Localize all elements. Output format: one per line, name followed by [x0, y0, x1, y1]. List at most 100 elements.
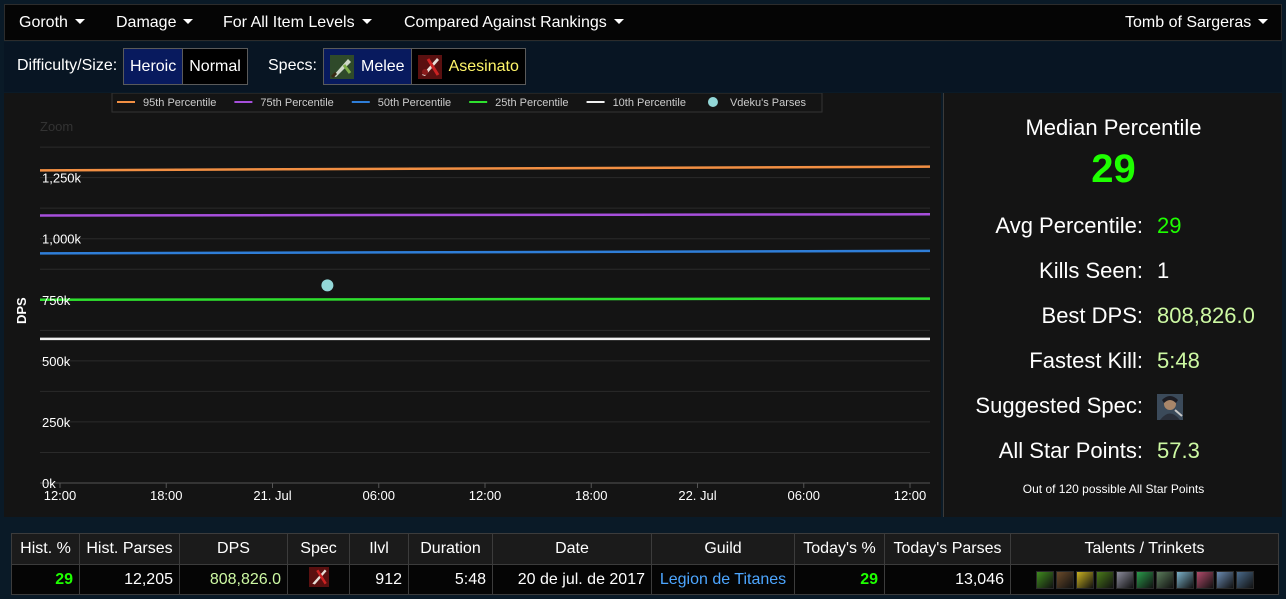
boss-dropdown-label: Goroth [19, 14, 68, 31]
col-today-pct[interactable]: Today's % [794, 533, 885, 565]
all-star-footnote: Out of 120 possible All Star Points [1022, 482, 1205, 496]
top-nav-bar: Goroth Damage For All Item Levels Compar… [4, 4, 1282, 41]
trinket-3-icon[interactable] [1215, 570, 1234, 589]
y-axis-label: DPS [14, 297, 29, 324]
talents-trinkets-icons [1011, 570, 1278, 589]
parses-table-wrap: Hist. % Hist. Parses DPS Spec Ilvl Durat… [11, 533, 1279, 595]
talent-3-icon[interactable] [1075, 570, 1094, 589]
talent-4-icon[interactable] [1095, 570, 1114, 589]
best-dps-key: Best DPS: [1041, 303, 1143, 328]
item-level-dropdown-label: For All Item Levels [223, 14, 355, 31]
y-tick-label: 1,250k [42, 171, 82, 186]
x-tick-label: 18:00 [575, 488, 608, 503]
melee-spec-icon [330, 54, 354, 79]
x-tick-label: 06:00 [362, 488, 395, 503]
col-duration[interactable]: Duration [408, 533, 493, 565]
x-tick-label: 06:00 [787, 488, 820, 503]
zone-dropdown[interactable]: Tomb of Sargeras [1125, 5, 1269, 40]
chart-series [39, 165, 931, 341]
difficulty-normal-button[interactable]: Normal [182, 49, 247, 84]
trinket-2-icon[interactable] [1195, 570, 1214, 589]
chevron-down-icon [74, 19, 85, 25]
zone-dropdown-label: Tomb of Sargeras [1125, 14, 1252, 31]
cell-duration: 5:48 [408, 564, 493, 595]
parse-point[interactable] [321, 279, 334, 292]
col-today-parses[interactable]: Today's Parses [884, 533, 1011, 565]
legend-item-label: 25th Percentile [495, 97, 568, 109]
cell-guild: Legion de Titanes [651, 564, 795, 595]
compare-dropdown-label: Compared Against Rankings [404, 14, 607, 31]
col-guild[interactable]: Guild [651, 533, 795, 565]
boss-dropdown[interactable]: Goroth [19, 5, 85, 40]
talent-6-icon[interactable] [1135, 570, 1154, 589]
rankings-page: Goroth Damage For All Item Levels Compar… [0, 0, 1286, 599]
best-dps-value: 808,826.0 [1157, 303, 1255, 328]
x-tick-label: 18:00 [150, 488, 183, 503]
suggested-spec-row: Suggested Spec: [944, 393, 1283, 423]
talent-2-icon[interactable] [1055, 570, 1074, 589]
col-hist-parses[interactable]: Hist. Parses [79, 533, 180, 565]
all-star-points-value: 57.3 [1157, 438, 1200, 463]
cell-dps: 808,826.0 [179, 564, 288, 595]
difficulty-label: Difficulty/Size: [17, 57, 118, 74]
spec-selector: Melee Asesinato [323, 48, 526, 85]
cell-spec [287, 564, 350, 595]
table-row: 29 12,205 808,826.0 912 5:48 20 de jul. … [11, 564, 1279, 595]
talent-7-icon[interactable] [1155, 570, 1174, 589]
assassination-spec-icon [417, 54, 442, 79]
zoom-label: Zoom [40, 119, 73, 134]
talent-1-icon[interactable] [1035, 570, 1054, 589]
col-spec[interactable]: Spec [287, 533, 350, 565]
x-axis-ticks: 12:00 18:00 21. Jul 06:00 12:00 18:00 22. Jul 0… [44, 483, 927, 503]
spec-assassination-label: Asesinato [448, 58, 519, 75]
avg-percentile-value: 29 [1157, 213, 1182, 238]
suggested-spec-key: Suggested Spec: [975, 393, 1143, 418]
y-tick-label: 250k [42, 415, 71, 430]
guild-link[interactable]: Legion de Titanes [660, 571, 786, 588]
all-star-points-key: All Star Points: [998, 438, 1143, 463]
col-date[interactable]: Date [492, 533, 652, 565]
fastest-kill-key: Fastest Kill: [1029, 348, 1143, 373]
cell-talents-trinkets [1010, 564, 1279, 595]
col-ilvl[interactable]: Ilvl [349, 533, 409, 565]
chevron-down-icon [613, 19, 624, 25]
cell-ilvl: 912 [349, 564, 409, 595]
kills-seen-key: Kills Seen: [1039, 258, 1143, 283]
avg-percentile-key: Avg Percentile: [995, 213, 1143, 238]
y-tick-label: 1,000k [42, 232, 82, 247]
chevron-down-icon [361, 19, 372, 25]
col-hist-pct[interactable]: Hist. % [11, 533, 80, 565]
metric-dropdown[interactable]: Damage [116, 5, 194, 40]
metric-dropdown-label: Damage [116, 14, 177, 31]
spec-melee-label: Melee [361, 58, 405, 75]
median-percentile-value: 29 [1091, 147, 1136, 191]
difficulty-heroic-button[interactable]: Heroic [124, 49, 183, 84]
talent-5-icon[interactable] [1115, 570, 1134, 589]
chevron-down-icon [183, 19, 194, 25]
x-tick-label: 12:00 [44, 488, 77, 503]
x-tick-label: 12:00 [469, 488, 502, 503]
fastest-kill-value: 5:48 [1157, 348, 1200, 373]
difficulty-selector: Heroic Normal [123, 48, 248, 85]
kills-seen-value: 1 [1157, 258, 1170, 283]
legend-swatch [707, 97, 718, 107]
col-dps[interactable]: DPS [179, 533, 288, 565]
compare-dropdown[interactable]: Compared Against Rankings [404, 5, 624, 40]
legend-item-label: 95th Percentile [143, 97, 216, 109]
item-level-dropdown[interactable]: For All Item Levels [223, 5, 372, 40]
parses-table: Hist. % Hist. Parses DPS Spec Ilvl Durat… [11, 533, 1279, 595]
spec-assassination-button[interactable]: Asesinato [410, 49, 525, 84]
percentile-chart: 95th Percentile 75th Percentile 50th Perce… [4, 93, 941, 517]
assassination-spec-icon [308, 567, 329, 592]
trinket-1-icon[interactable] [1175, 570, 1194, 589]
legend-item-label: Vdeku's Parses [730, 97, 807, 109]
cell-hist-pct: 29 [11, 564, 80, 595]
col-talents-trinkets: Talents / Trinkets [1010, 533, 1279, 565]
x-tick-label: 12:00 [894, 488, 927, 503]
x-tick-label: 21. Jul [253, 488, 291, 503]
stats-panel: Median Percentile 29 Avg Percentile: 29 … [943, 93, 1282, 517]
trinket-4-icon[interactable] [1235, 570, 1254, 589]
percentile-chart-svg: 95th Percentile 75th Percentile 50th Perce… [14, 93, 931, 503]
assassination-rogue-portrait-icon[interactable] [1157, 394, 1183, 426]
spec-melee-button[interactable]: Melee [324, 49, 411, 84]
